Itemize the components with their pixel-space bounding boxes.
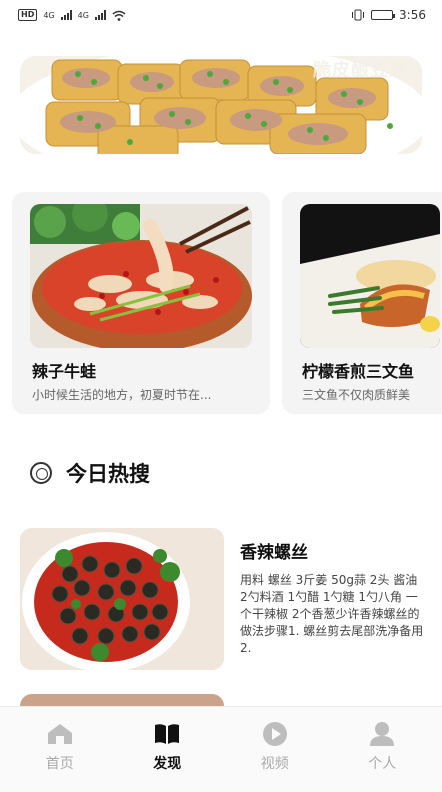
status-left: HD 4G 4G	[18, 9, 126, 21]
hot-item-desc: 用料 螺丝 3斤姜 50g蒜 2头 酱油 2勺料酒 1勺醋 1勺糖 1勺八角 一…	[240, 573, 424, 655]
target-icon	[30, 462, 52, 484]
recipe-card[interactable]: 辣子牛蛙 小时候生活的地方，初夏时节在...	[12, 192, 270, 414]
battery-icon	[371, 10, 396, 20]
vibrate-icon	[352, 9, 365, 21]
tab-label: 首页	[45, 756, 74, 772]
hot-item-title: 香辣螺丝	[240, 543, 308, 563]
home-icon	[45, 721, 75, 747]
banner[interactable]: 脆皮酿豆腐	[20, 56, 422, 154]
tab-label: 视频	[260, 756, 289, 772]
bottom-tab-bar: 首页 发现 视频 个人	[0, 706, 442, 792]
recipe-title: 辣子牛蛙	[32, 362, 97, 381]
network-type-1: 4G	[43, 10, 55, 20]
play-icon	[260, 721, 290, 747]
recipe-image	[30, 204, 252, 348]
hot-search-header: 今日热搜	[30, 458, 150, 488]
tab-video[interactable]: 视频	[235, 721, 315, 792]
recipe-image	[300, 204, 440, 348]
signal-icon	[60, 10, 72, 20]
recipe-desc: 小时候生活的地方，初夏时节在...	[32, 388, 212, 402]
status-time: 3:56	[399, 8, 426, 22]
book-icon	[152, 721, 182, 747]
status-bar: HD 4G 4G 3:56	[0, 0, 442, 30]
status-right: 3:56	[351, 8, 426, 22]
person-icon	[367, 721, 397, 747]
tab-discover[interactable]: 发现	[127, 721, 207, 792]
recommend-carousel[interactable]: 辣子牛蛙 小时候生活的地方，初夏时节在... 柠檬香煎三文鱼 三文鱼不仅肉质鲜美	[12, 192, 442, 416]
tab-home[interactable]: 首页	[20, 721, 100, 792]
wifi-icon	[112, 10, 126, 21]
signal-icon-2	[94, 10, 106, 20]
tab-label: 个人	[368, 756, 397, 772]
recipe-title: 柠檬香煎三文鱼	[302, 362, 415, 381]
tab-label: 发现	[153, 756, 182, 772]
hot-item-image	[20, 528, 224, 670]
banner-title: 脆皮酿豆腐	[313, 60, 408, 81]
network-type-2: 4G	[77, 10, 89, 20]
hd-badge: HD	[18, 9, 38, 21]
recipe-card[interactable]: 柠檬香煎三文鱼 三文鱼不仅肉质鲜美	[282, 192, 442, 414]
section-title: 今日热搜	[66, 462, 150, 486]
recipe-desc: 三文鱼不仅肉质鲜美	[302, 388, 411, 402]
list-item[interactable]: 香辣螺丝 用料 螺丝 3斤姜 50g蒜 2头 酱油 2勺料酒 1勺醋 1勺糖 1…	[20, 528, 424, 672]
tab-profile[interactable]: 个人	[342, 721, 422, 792]
